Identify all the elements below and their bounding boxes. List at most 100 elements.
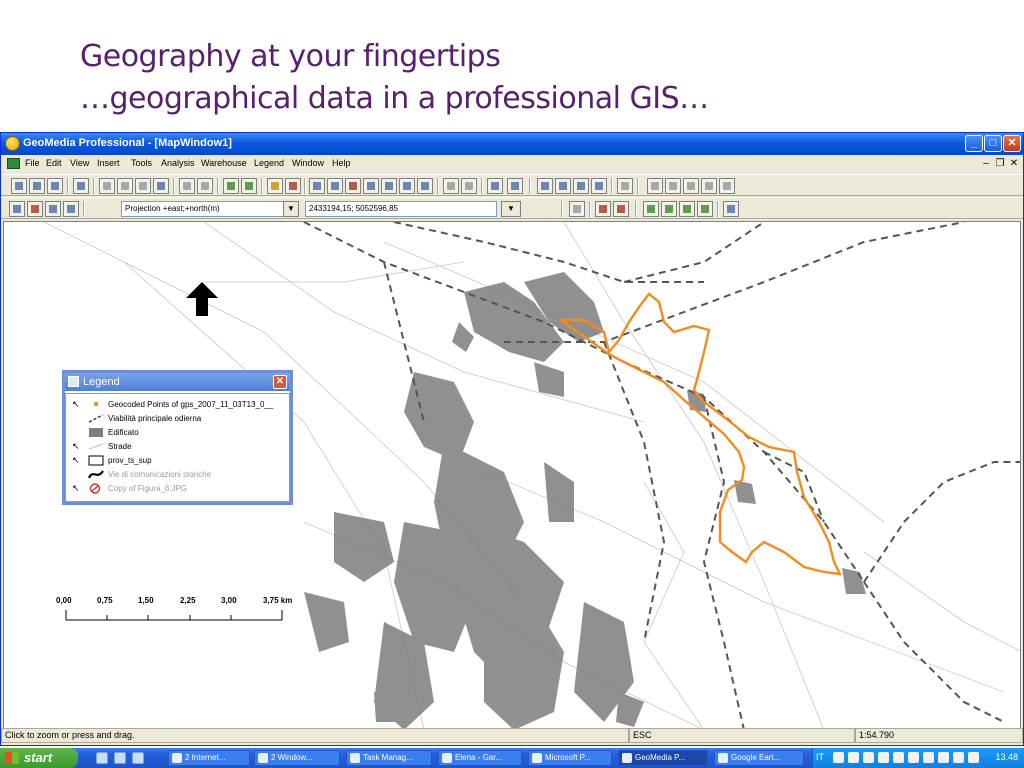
- taskbar-button-google-earth[interactable]: Google Eart...: [714, 750, 804, 766]
- mdi-minimize-button[interactable]: –: [979, 157, 993, 170]
- menu-window[interactable]: Window: [292, 158, 324, 168]
- start-button[interactable]: start: [0, 748, 78, 768]
- clock[interactable]: 13.48: [995, 752, 1018, 762]
- table-icon[interactable]: [647, 178, 663, 194]
- tray-icon[interactable]: [938, 752, 949, 763]
- tray-icon[interactable]: [908, 752, 919, 763]
- tray-icon[interactable]: [968, 752, 979, 763]
- menu-legend[interactable]: Legend: [254, 158, 284, 168]
- pointer-icon[interactable]: [569, 201, 585, 217]
- data-window-icon[interactable]: [665, 178, 681, 194]
- tray-icon[interactable]: [848, 752, 859, 763]
- coordinates-field[interactable]: 2433194,15; 5052596,85: [305, 201, 497, 217]
- tray-icon[interactable]: [833, 752, 844, 763]
- tray-icon[interactable]: [878, 752, 889, 763]
- grid-icon[interactable]: [617, 178, 633, 194]
- ie-quicklaunch-icon[interactable]: [114, 752, 126, 764]
- open-icon[interactable]: [29, 178, 45, 194]
- magnifier-icon[interactable]: [487, 178, 503, 194]
- legend-titlebar[interactable]: Legend ✕: [65, 373, 290, 391]
- menu-edit[interactable]: Edit: [46, 158, 62, 168]
- zoom-in-icon[interactable]: [309, 178, 325, 194]
- taskbar-button-geomedia[interactable]: GeoMedia P...: [618, 750, 708, 766]
- menu-view[interactable]: View: [70, 158, 89, 168]
- close-button[interactable]: ✕: [1003, 135, 1021, 152]
- legend-entry-historic-roads[interactable]: Vie di comunicazioni storiche: [70, 468, 288, 482]
- whats-this-help-icon[interactable]: [507, 178, 523, 194]
- mapwindow-doc-icon[interactable]: [7, 158, 20, 169]
- angle-tool-icon[interactable]: [63, 201, 79, 217]
- projection-dropdown-arrow[interactable]: ▼: [283, 201, 299, 217]
- taskbar-button-windows-explorer[interactable]: 2 Window...: [254, 750, 340, 766]
- legend-close-button[interactable]: ✕: [273, 375, 287, 389]
- drop-icon[interactable]: [701, 178, 717, 194]
- pan-icon[interactable]: [399, 178, 415, 194]
- desktop-quicklaunch-icon[interactable]: [96, 752, 108, 764]
- taskbar-button-powerpoint[interactable]: Microsoft P...: [528, 750, 612, 766]
- taskbar-button-internet[interactable]: 2 Internet...: [168, 750, 250, 766]
- zoom-out-icon[interactable]: [327, 178, 343, 194]
- layout-icon[interactable]: [443, 178, 459, 194]
- refresh-icon[interactable]: [417, 178, 433, 194]
- print-icon[interactable]: [73, 178, 89, 194]
- tray-icon[interactable]: [863, 752, 874, 763]
- legend-entry-gps-points[interactable]: ↖ Geocoded Points of gps_2007_11_03T13_0…: [70, 398, 288, 412]
- minimize-button[interactable]: _: [965, 135, 983, 152]
- mdi-restore-button[interactable]: ❐: [993, 157, 1007, 170]
- legend-entry-streets[interactable]: ↖ Strade: [70, 440, 288, 454]
- vertex-move-icon[interactable]: [679, 201, 695, 217]
- legend-entry-built-up[interactable]: Edificato: [70, 426, 288, 440]
- maximize-button[interactable]: □: [984, 135, 1002, 152]
- measure-area-icon[interactable]: [613, 201, 629, 217]
- copy-icon[interactable]: [117, 178, 133, 194]
- menu-insert[interactable]: Insert: [97, 158, 120, 168]
- cut-icon[interactable]: [99, 178, 115, 194]
- coordinates-dropdown-arrow[interactable]: ▼: [501, 201, 521, 217]
- redo-icon[interactable]: [197, 178, 213, 194]
- previous-view-icon[interactable]: [381, 178, 397, 194]
- language-indicator[interactable]: IT: [816, 752, 824, 762]
- measure-distance-icon[interactable]: [595, 201, 611, 217]
- properties-icon[interactable]: [267, 178, 283, 194]
- select-tool-icon[interactable]: [9, 201, 25, 217]
- tray-icon[interactable]: [923, 752, 934, 763]
- camera-icon[interactable]: [153, 178, 169, 194]
- new-geoworkspace-icon[interactable]: [11, 178, 27, 194]
- edit-geometry-icon[interactable]: [573, 178, 589, 194]
- window-titlebar[interactable]: GeoMedia Professional - [MapWindow1] _ □…: [1, 133, 1023, 155]
- legend-window[interactable]: Legend ✕ ↖ Geocoded Points of gps_2007_1…: [62, 370, 293, 505]
- menu-analysis[interactable]: Analysis: [161, 158, 195, 168]
- insert-feature-icon[interactable]: [555, 178, 571, 194]
- redigitize-icon[interactable]: [723, 201, 739, 217]
- legend-entry-image[interactable]: ↖ Copy of Figura_6.JPG: [70, 482, 288, 496]
- paste-icon[interactable]: [135, 178, 151, 194]
- vertex-add-icon[interactable]: [643, 201, 659, 217]
- label-icon[interactable]: [683, 178, 699, 194]
- chart-icon[interactable]: [719, 178, 735, 194]
- feature-class-icon[interactable]: [537, 178, 553, 194]
- fit-selected-icon[interactable]: [363, 178, 379, 194]
- tray-icon[interactable]: [953, 752, 964, 763]
- taskbar-button-task-manager[interactable]: Task Manag...: [346, 750, 432, 766]
- snap-tool-icon[interactable]: [27, 201, 43, 217]
- binoculars-icon[interactable]: [285, 178, 301, 194]
- precision-coordinates-icon[interactable]: [45, 201, 61, 217]
- projection-select[interactable]: Projection +east;+north(m): [121, 201, 299, 217]
- fit-all-icon[interactable]: [345, 178, 361, 194]
- taskbar-button-elena[interactable]: Elena - Gar...: [438, 750, 522, 766]
- continue-geometry-icon[interactable]: [591, 178, 607, 194]
- media-quicklaunch-icon[interactable]: [132, 752, 144, 764]
- save-icon[interactable]: [47, 178, 63, 194]
- style-icon[interactable]: [241, 178, 257, 194]
- legend-entry-province[interactable]: ↖ prov_ts_sup: [70, 454, 288, 468]
- menu-help[interactable]: Help: [332, 158, 351, 168]
- mdi-close-button[interactable]: ✕: [1007, 157, 1021, 170]
- window-icon[interactable]: [461, 178, 477, 194]
- tray-icon[interactable]: [893, 752, 904, 763]
- vertex-edit-icon[interactable]: [697, 201, 713, 217]
- undo-icon[interactable]: [179, 178, 195, 194]
- add-legend-entry-icon[interactable]: [223, 178, 239, 194]
- legend-entry-main-roads[interactable]: Viabilità principale odierna: [70, 412, 288, 426]
- menu-warehouse[interactable]: Warehouse: [201, 158, 247, 168]
- vertex-delete-icon[interactable]: [661, 201, 677, 217]
